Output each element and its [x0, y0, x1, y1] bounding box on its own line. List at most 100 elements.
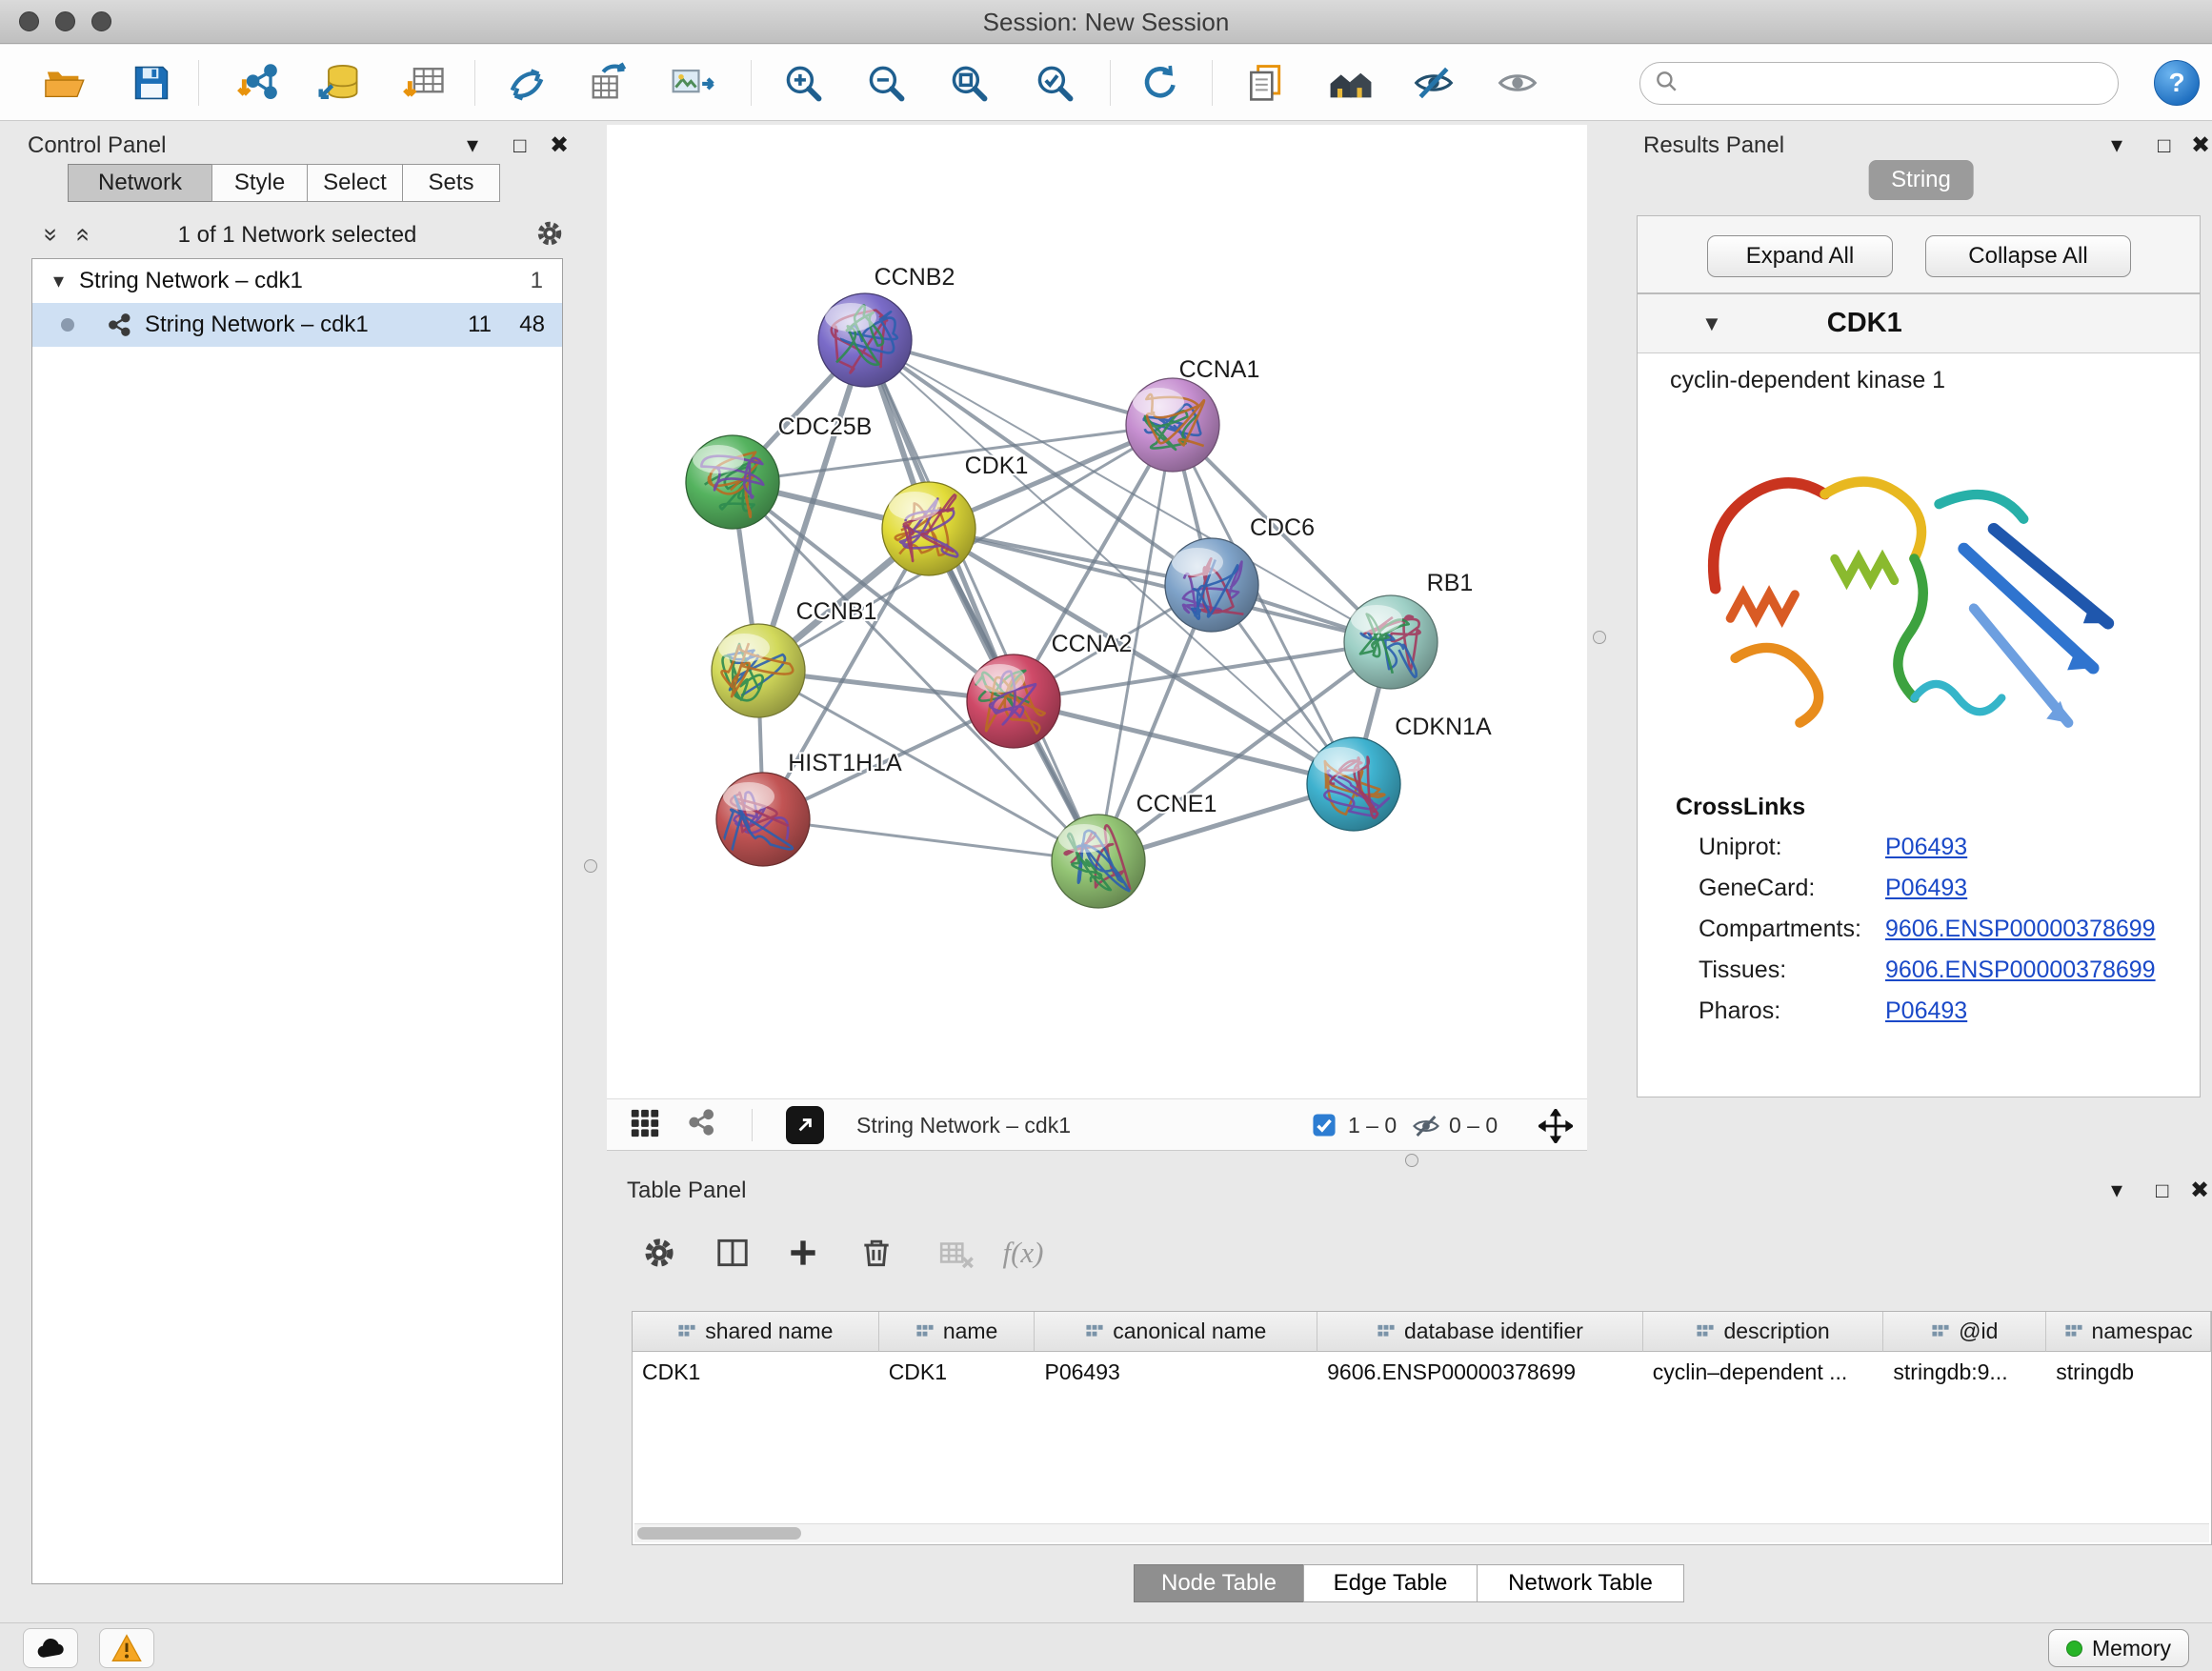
network-node-ccne1[interactable]: CCNE1	[1052, 791, 1217, 908]
table-settings-gear-button[interactable]	[633, 1226, 686, 1279]
network-node-hist1h1a[interactable]: HIST1H1A	[716, 750, 902, 866]
network-node-ccnb1[interactable]: CCNB1	[712, 598, 876, 717]
table-panel-float-icon[interactable]: ▾	[2111, 1170, 2122, 1212]
save-session-button[interactable]	[125, 56, 178, 110]
protein-card-header[interactable]: ▼ CDK1	[1638, 294, 2200, 353]
control-panel-float-icon[interactable]: ▾	[467, 125, 478, 167]
table-panel-close-icon[interactable]: ✖	[2190, 1170, 2209, 1212]
column-header-database-identifier[interactable]: database identifier	[1317, 1312, 1643, 1352]
hidden-eye-slash-icon[interactable]	[1412, 1112, 1440, 1145]
results-panel-float-icon[interactable]: ▾	[2111, 125, 2122, 167]
tab-node-table[interactable]: Node Table	[1134, 1564, 1304, 1602]
crosslink-compartments-link[interactable]: 9606.ENSP00000378699	[1885, 916, 2156, 943]
import-table-from-file-button[interactable]	[398, 56, 452, 110]
refresh-view-button[interactable]	[1134, 56, 1187, 110]
node-label-ccna1: CCNA1	[1179, 356, 1260, 383]
tab-style[interactable]: Style	[211, 164, 308, 202]
eye-button[interactable]	[1491, 56, 1544, 110]
selected-checkbox-icon[interactable]	[1312, 1113, 1337, 1142]
protein-disclosure-icon[interactable]: ▼	[1701, 312, 1722, 336]
column-header-namespac[interactable]: namespac	[2046, 1312, 2211, 1352]
node-table-header: shared name namecanonical namedatabase id…	[633, 1312, 2211, 1352]
crosslink-label: GeneCard:	[1699, 875, 1885, 902]
export-image-button[interactable]	[666, 56, 719, 110]
crosslink-tissues-link[interactable]: 9606.ENSP00000378699	[1885, 956, 2156, 984]
network-selection-row: » « 1 of 1 Network selected	[31, 216, 563, 254]
cloud-button[interactable]	[23, 1628, 78, 1668]
import-network-from-file-button[interactable]	[232, 56, 286, 110]
show-columns-button[interactable]	[706, 1226, 759, 1279]
add-column-button[interactable]	[776, 1226, 830, 1279]
zoom-selected-button[interactable]	[1028, 56, 1081, 110]
control-panel-maximize-icon[interactable]: □	[513, 125, 526, 167]
node-label-cdc25b: CDC25B	[778, 413, 873, 440]
open-file-button[interactable]	[38, 56, 91, 110]
export-network-button[interactable]	[786, 1106, 824, 1144]
document-button[interactable]	[1238, 56, 1292, 110]
network-node-ccnb2[interactable]: CCNB2	[818, 264, 955, 387]
column-header-shared-name[interactable]: shared name	[633, 1312, 879, 1352]
network-share-view-button[interactable]	[687, 1107, 717, 1140]
birds-eye-view-button[interactable]	[629, 1107, 661, 1142]
network-node-ccna1[interactable]: CCNA1	[1126, 356, 1259, 472]
warnings-button[interactable]	[99, 1628, 154, 1668]
control-panel-close-icon[interactable]: ✖	[550, 125, 569, 167]
scrollbar-thumb[interactable]	[637, 1527, 801, 1540]
network-node-cdk1[interactable]: CDK1	[882, 453, 1028, 575]
tab-network[interactable]: Network	[68, 164, 212, 202]
horizontal-splitter-handle[interactable]	[1405, 1154, 1418, 1167]
results-panel-close-icon[interactable]: ✖	[2191, 125, 2210, 167]
table-panel-maximize-icon[interactable]: □	[2156, 1170, 2168, 1212]
search-input[interactable]	[1688, 66, 2118, 102]
new-network-from-selection-button[interactable]	[500, 56, 553, 110]
main-toolbar: ?	[0, 45, 2212, 121]
import-network-from-database-button[interactable]	[313, 56, 367, 110]
column-header-canonical-name[interactable]: canonical name	[1035, 1312, 1317, 1352]
memory-button[interactable]: Memory	[2048, 1629, 2189, 1667]
tab-select[interactable]: Select	[307, 164, 403, 202]
crosslink-row: Uniprot:P06493	[1638, 827, 2200, 868]
network-label: String Network – cdk1	[145, 312, 442, 338]
collection-disclosure-icon[interactable]: ▾	[53, 269, 64, 293]
help-button[interactable]: ?	[2154, 60, 2200, 106]
table-cell: CDK1	[633, 1352, 879, 1392]
tab-network-table[interactable]: Network Table	[1477, 1564, 1684, 1602]
tab-edge-table[interactable]: Edge Table	[1303, 1564, 1478, 1602]
delete-column-button[interactable]	[850, 1226, 903, 1279]
fit-pan-crosshair-icon[interactable]	[1538, 1109, 1573, 1148]
tab-sets[interactable]: Sets	[402, 164, 500, 202]
left-splitter-handle[interactable]	[584, 859, 597, 873]
network-options-gear-icon[interactable]	[534, 218, 565, 253]
right-splitter-handle[interactable]	[1593, 631, 1606, 644]
column-header--id[interactable]: @id	[1883, 1312, 2046, 1352]
crosslink-pharos-link[interactable]: P06493	[1885, 997, 1967, 1025]
eye-slash-button[interactable]	[1407, 56, 1460, 110]
string-home-button[interactable]	[1324, 56, 1377, 110]
network-collection-row[interactable]: ▾ String Network – cdk1 1	[32, 259, 562, 303]
new-table-from-network-button[interactable]	[583, 56, 636, 110]
zoom-fit-button[interactable]	[942, 56, 995, 110]
column-header-name[interactable]: name	[879, 1312, 1036, 1352]
table-panel-tabs: Node TableEdge TableNetwork Table	[1134, 1564, 1684, 1602]
results-tab-string[interactable]: String	[1868, 160, 1974, 200]
table-row[interactable]: CDK1CDK1P064939606.ENSP00000378699cyclin…	[633, 1352, 2211, 1392]
expand-all-button[interactable]: Expand All	[1707, 235, 1893, 277]
column-header-label: shared name	[705, 1319, 833, 1344]
network-node-cdc6[interactable]: CDC6	[1165, 514, 1315, 632]
results-panel-maximize-icon[interactable]: □	[2158, 125, 2170, 167]
collapse-all-button[interactable]: Collapse All	[1925, 235, 2131, 277]
zoom-in-button[interactable]	[776, 56, 830, 110]
column-header-description[interactable]: description	[1643, 1312, 1884, 1352]
network-node-cdkn1a[interactable]: CDKN1A	[1307, 714, 1492, 831]
network-graph[interactable]: CCNB2CCNA1CDC25BCDK1CDC6RB1CCNB1CCNA2CDK…	[607, 125, 1587, 1098]
network-node-rb1[interactable]: RB1	[1344, 570, 1473, 689]
zoom-out-button[interactable]	[859, 56, 913, 110]
network-view-canvas[interactable]: CCNB2CCNA1CDC25BCDK1CDC6RB1CCNB1CCNA2CDK…	[607, 125, 1587, 1098]
delete-table-button[interactable]	[930, 1226, 983, 1279]
function-builder-button[interactable]: f(x)	[996, 1226, 1050, 1279]
network-row[interactable]: String Network – cdk1 11 48	[32, 303, 562, 347]
crosslink-uniprot-link[interactable]: P06493	[1885, 834, 1967, 861]
crosslink-genecard-link[interactable]: P06493	[1885, 875, 1967, 902]
table-horizontal-scrollbar[interactable]	[634, 1523, 2209, 1542]
protein-result-card: ▼ CDK1 cyclin-dependent kinase 1	[1637, 293, 2201, 1097]
